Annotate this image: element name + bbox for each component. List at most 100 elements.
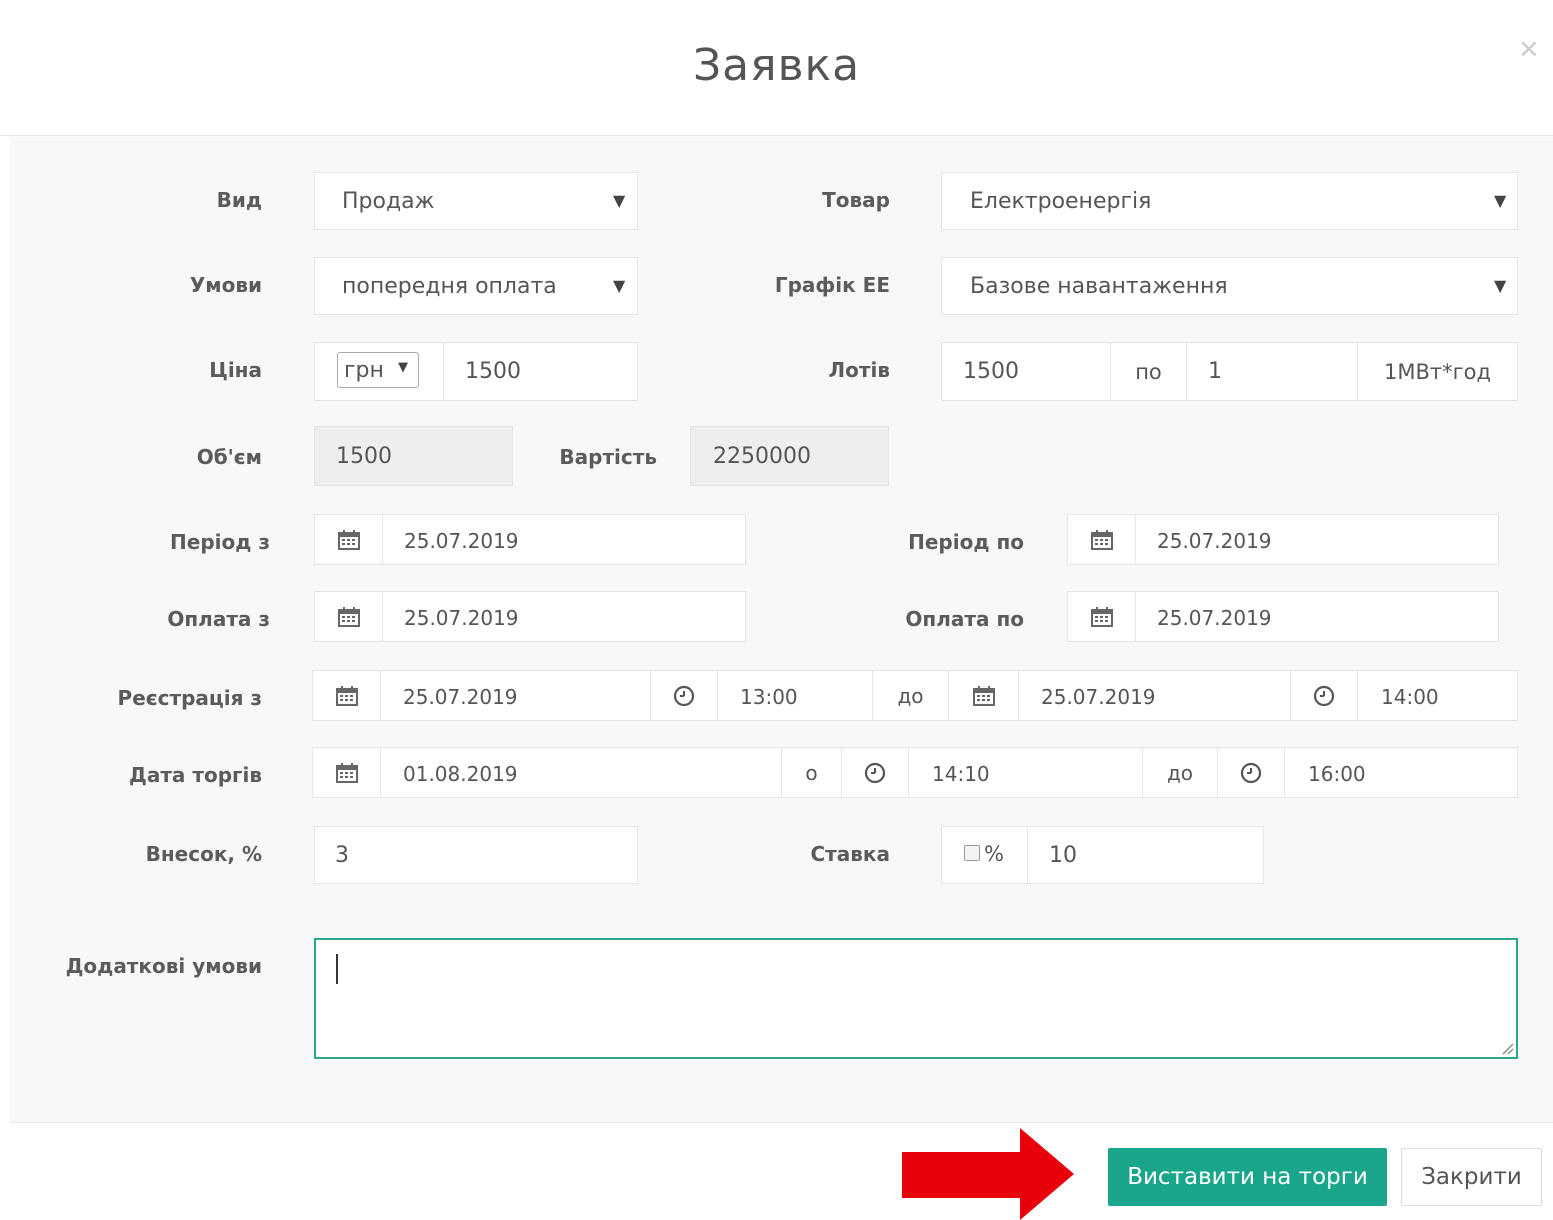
tovar-select[interactable]: Електроенергія ▼ [941,172,1518,230]
cina-input[interactable]: 1500 [443,342,638,401]
stavka-percent-addon: % [941,826,1028,884]
clock-icon [1313,685,1335,706]
trade-time-to-value: 16:00 [1308,762,1366,786]
currency-select[interactable]: грн ▼ [337,352,419,388]
reg-date-to-value: 25.07.2019 [1041,685,1156,709]
trade-time-to-input[interactable]: 16:00 [1284,747,1518,798]
cina-label: Ціна [209,358,262,382]
oplata-po-calendar-addon[interactable] [1067,591,1136,642]
lotiv-po-addon: по [1110,342,1187,401]
dodatkovi-textarea[interactable] [314,938,1518,1059]
vnesok-input[interactable]: 3 [314,826,638,884]
chevron-down-icon: ▼ [613,191,626,210]
reg-time-to-input[interactable]: 14:00 [1357,670,1518,721]
cina-input-value: 1500 [465,359,521,384]
reg-date-from-value: 25.07.2019 [403,685,518,709]
reg-do-text: до [897,683,924,708]
trade-time-to-clock-addon[interactable] [1217,747,1285,798]
obiem-input: 1500 [314,426,513,486]
period-z-input[interactable]: 25.07.2019 [382,514,746,565]
trade-time-from-input[interactable]: 14:10 [908,747,1143,798]
reestraciya-label: Реєстрація з [117,686,262,710]
per-lot-input[interactable]: 1 [1186,342,1358,401]
dodatkovi-label: Додаткові умови [65,954,262,978]
percent-text: % [984,842,1004,866]
obiem-label: Об'єм [196,445,262,469]
umovy-select[interactable]: попередня оплата ▼ [314,257,638,315]
per-lot-input-value: 1 [1208,359,1222,384]
arrow-right-icon [902,1128,1074,1220]
modal-header: Заявка × [0,0,1553,136]
grafik-label: Графік ЕЕ [774,273,890,297]
calendar-icon [335,685,358,706]
oplata-po-label: Оплата по [905,607,1024,631]
reg-date-from-calendar-addon[interactable] [312,670,381,721]
vyd-select[interactable]: Продаж ▼ [314,172,638,230]
chevron-down-icon: ▼ [1494,276,1507,295]
oplata-po-input[interactable]: 25.07.2019 [1135,591,1499,642]
tovar-label: Товар [822,188,890,212]
trade-o-text: о [805,760,818,785]
lotiv-label: Лотів [828,358,890,382]
submit-to-auction-button[interactable]: Виставити на торги [1108,1148,1387,1206]
lotiv-input[interactable]: 1500 [941,342,1111,401]
unit-text: 1МВт*год [1383,359,1492,384]
vnesok-input-value: 3 [335,843,349,868]
vnesok-label: Внесок, % [145,842,262,866]
oplata-z-input-value: 25.07.2019 [404,606,519,630]
close-icon[interactable]: × [1518,36,1540,62]
modal-title: Заявка [692,40,861,91]
reg-time-from-clock-addon[interactable] [650,670,718,721]
oplata-z-input[interactable]: 25.07.2019 [382,591,746,642]
grafik-select-value: Базове навантаження [970,274,1228,299]
grafik-select[interactable]: Базове навантаження ▼ [941,257,1518,315]
close-button[interactable]: Закрити [1401,1148,1542,1206]
stavka-input-value: 10 [1049,843,1077,868]
period-po-input[interactable]: 25.07.2019 [1135,514,1499,565]
trade-time-from-clock-addon[interactable] [841,747,909,798]
trade-date-value: 01.08.2019 [403,762,518,786]
percent-checkbox[interactable] [964,845,980,861]
chevron-down-icon: ▼ [1494,191,1507,210]
vartist-input-value: 2250000 [713,444,811,469]
oplata-z-calendar-addon[interactable] [314,591,383,642]
clock-icon [1240,762,1262,783]
calendar-icon [337,529,360,550]
trade-date-calendar-addon[interactable] [312,747,381,798]
reg-time-from-input[interactable]: 13:00 [717,670,873,721]
reg-date-from-input[interactable]: 25.07.2019 [380,670,651,721]
trade-o-addon: о [781,747,842,798]
reg-date-to-input[interactable]: 25.07.2019 [1018,670,1291,721]
vyd-label: Вид [216,188,262,212]
reg-date-to-calendar-addon[interactable] [948,670,1019,721]
period-po-calendar-addon[interactable] [1067,514,1136,565]
trade-time-from-value: 14:10 [932,762,990,786]
vyd-select-value: Продаж [342,189,435,214]
reg-do-addon: до [872,670,949,721]
calendar-icon [337,606,360,627]
lotiv-input-value: 1500 [963,359,1019,384]
trade-date-input[interactable]: 01.08.2019 [380,747,782,798]
vartist-label: Вартість [559,445,657,469]
text-cursor [336,954,338,984]
data-torgiv-label: Дата торгів [129,763,262,787]
period-z-calendar-addon[interactable] [314,514,383,565]
reg-time-to-clock-addon[interactable] [1290,670,1358,721]
reg-time-to-value: 14:00 [1381,685,1439,709]
umovy-select-value: попередня оплата [342,274,557,299]
vartist-input: 2250000 [690,426,889,486]
calendar-icon [1090,529,1113,550]
oplata-z-label: Оплата з [167,607,270,631]
resize-grip-icon[interactable] [1500,1041,1514,1055]
unit-addon: 1МВт*год [1357,342,1518,401]
trade-do-addon: до [1142,747,1218,798]
period-z-input-value: 25.07.2019 [404,529,519,553]
umovy-label: Умови [189,273,262,297]
stavka-input[interactable]: 10 [1027,826,1264,884]
chevron-down-icon: ▼ [613,276,626,295]
currency-value: грн [344,358,384,383]
period-po-label: Період по [908,530,1024,554]
period-z-label: Період з [170,530,270,554]
calendar-icon [972,685,995,706]
calendar-icon [1090,606,1113,627]
